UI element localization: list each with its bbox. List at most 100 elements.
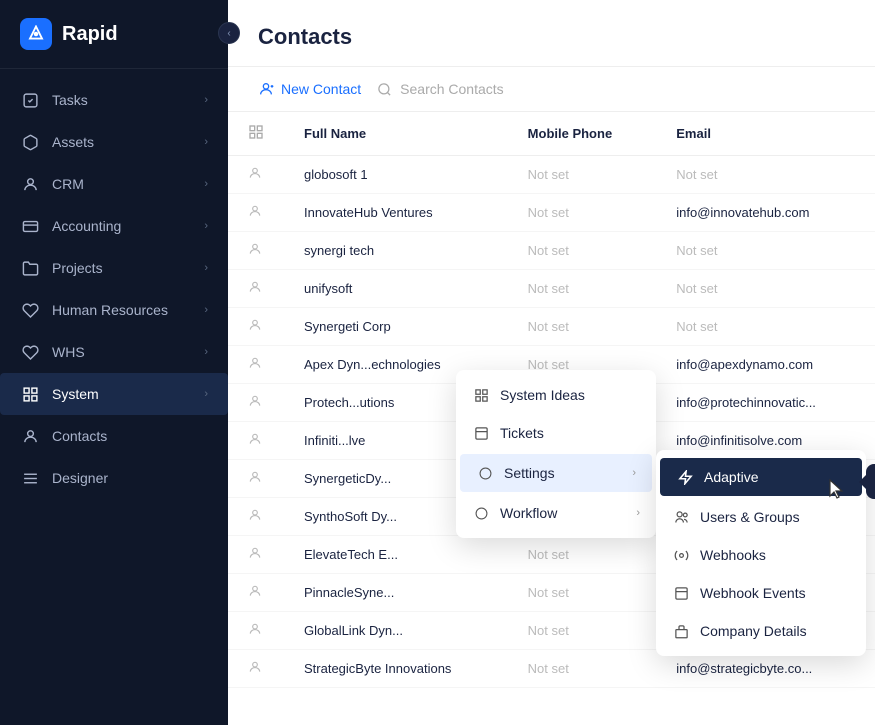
table-row[interactable]: globosoft 1 Not set Not set [228,156,875,194]
contact-email: Not set [656,270,875,308]
sidebar-item-assets[interactable]: Assets › [0,121,228,163]
hr-icon [20,300,40,320]
contact-name: StrategicByte Innovations [284,650,508,688]
contact-phone: Not set [508,574,657,612]
contact-email: Not set [656,156,875,194]
dropdown-item-tickets[interactable]: Tickets [456,414,656,452]
contact-email: info@protechinnovatic... [656,384,875,422]
dropdown-item-company-details[interactable]: Company Details [656,612,866,650]
row-icon [228,612,284,650]
table-row[interactable]: Synergeti Corp Not set Not set [228,308,875,346]
dropdown-item-system-ideas[interactable]: System Ideas [456,376,656,414]
sidebar-item-label: Contacts [52,428,208,444]
app-name: Rapid [62,23,118,46]
webhooks-label: Webhooks [700,547,766,563]
settings-icon [476,464,494,482]
row-icon [228,536,284,574]
system-ideas-label: System Ideas [500,387,585,403]
sidebar-collapse-button[interactable]: ‹ [218,22,240,44]
new-contact-label: New Contact [281,81,361,97]
adaptive-tooltip: Adaptive Documents [866,464,875,499]
webhook-events-icon [672,584,690,602]
page-title: Contacts [258,24,845,50]
sidebar-item-label: Tasks [52,92,192,108]
row-icon [228,650,284,688]
contact-email: Not set [656,688,875,698]
whs-icon [20,342,40,362]
contact-name: PinnacleSyne... [284,574,508,612]
dropdown-item-webhooks[interactable]: Webhooks [656,536,866,574]
dropdown-item-webhook-events[interactable]: Webhook Events [656,574,866,612]
workflow-icon [472,504,490,522]
whs-arrow: › [204,346,208,358]
workflow-arrow: › [636,507,640,519]
system-ideas-icon [472,386,490,404]
tickets-icon [472,424,490,442]
row-icon [228,232,284,270]
dropdown-item-settings[interactable]: Settings › [460,454,652,492]
main-content: Contacts New Contact Search Contacts Ful… [228,0,875,725]
dropdown-item-workflow[interactable]: Workflow › [456,494,656,532]
row-icon [228,422,284,460]
table-row[interactable]: unifysoft Not set Not set [228,270,875,308]
sidebar-item-designer[interactable]: Designer [0,457,228,499]
new-contact-button[interactable]: New Contact [258,81,361,97]
adaptive-label: Adaptive [704,469,758,485]
sidebar-nav: Tasks › Assets › CRM › Accounting › [0,69,228,725]
dropdown-item-users-groups[interactable]: Users & Groups [656,498,866,536]
tasks-arrow: › [204,94,208,106]
settings-label: Settings [504,465,555,481]
contact-name: TechWise Solutions [284,688,508,698]
sidebar-item-projects[interactable]: Projects › [0,247,228,289]
contacts-icon [20,426,40,446]
contact-email: Not set [656,308,875,346]
row-icon [228,574,284,612]
row-icon [228,498,284,536]
crm-icon [20,174,40,194]
sidebar-item-system[interactable]: System › [0,373,228,415]
logo-icon [20,18,52,50]
company-details-icon [672,622,690,640]
contact-email: Not set [656,232,875,270]
sidebar-item-label: Accounting [52,218,192,234]
sidebar-item-label: Human Resources [52,302,192,318]
table-row[interactable]: TechWise Solutions Not set Not set [228,688,875,698]
tickets-label: Tickets [500,425,544,441]
row-icon [228,270,284,308]
contact-email: info@innovatehub.com [656,194,875,232]
contact-name: synergi tech [284,232,508,270]
sidebar-item-contacts[interactable]: Contacts [0,415,228,457]
sidebar-item-label: Projects [52,260,192,276]
tasks-icon [20,90,40,110]
webhooks-icon [672,546,690,564]
contact-name: GlobalLink Dyn... [284,612,508,650]
assets-arrow: › [204,136,208,148]
table-row[interactable]: synergi tech Not set Not set [228,232,875,270]
sidebar-item-crm[interactable]: CRM › [0,163,228,205]
contact-phone: Not set [508,156,657,194]
sidebar-item-label: CRM [52,176,192,192]
sidebar-item-whs[interactable]: WHS › [0,331,228,373]
sidebar-item-human-resources[interactable]: Human Resources › [0,289,228,331]
table-row[interactable]: InnovateHub Ventures Not set info@innova… [228,194,875,232]
settings-arrow: › [632,467,636,479]
dropdown-item-adaptive[interactable]: Adaptive [660,458,862,496]
designer-icon [20,468,40,488]
sidebar-item-accounting[interactable]: Accounting › [0,205,228,247]
row-icon [228,384,284,422]
page-header: Contacts [228,0,875,67]
contact-phone: Not set [508,536,657,574]
row-icon [228,308,284,346]
col-full-name: Full Name [284,112,508,156]
contact-phone: Not set [508,194,657,232]
webhook-events-label: Webhook Events [700,585,806,601]
company-details-label: Company Details [700,623,807,639]
contact-phone: Not set [508,688,657,698]
row-icon [228,156,284,194]
logo-area: Rapid [0,0,228,69]
sidebar-item-tasks[interactable]: Tasks › [0,79,228,121]
adaptive-icon [676,468,694,486]
workflow-label: Workflow [500,505,557,521]
system-icon [20,384,40,404]
sidebar-item-label: WHS [52,344,192,360]
